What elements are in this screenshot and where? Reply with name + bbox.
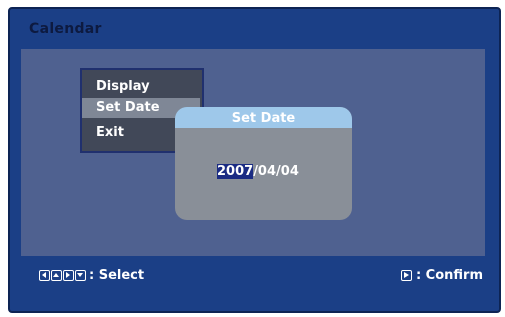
footer-navigation-hint: : Select <box>39 268 144 283</box>
select-hint: : Select <box>89 268 145 283</box>
date-value: 2007/04/04 <box>217 163 299 180</box>
up-arrow-icon <box>51 270 62 281</box>
date-year-field[interactable]: 2007 <box>217 164 254 179</box>
menu-item-display[interactable]: Display <box>82 77 200 97</box>
left-arrow-icon <box>39 270 50 281</box>
play-icon <box>400 270 412 281</box>
confirm-hint: : Confirm <box>415 268 483 283</box>
dialog-title: Set Date <box>175 107 352 128</box>
down-arrow-icon <box>75 270 86 281</box>
date-month-day-field[interactable]: /04/04 <box>253 164 299 179</box>
set-date-dialog: Set Date 2007/04/04 <box>175 107 352 220</box>
footer-confirm-hint: : Confirm <box>400 268 483 283</box>
window-title: Calendar <box>29 21 102 37</box>
right-arrow-icon <box>63 270 74 281</box>
